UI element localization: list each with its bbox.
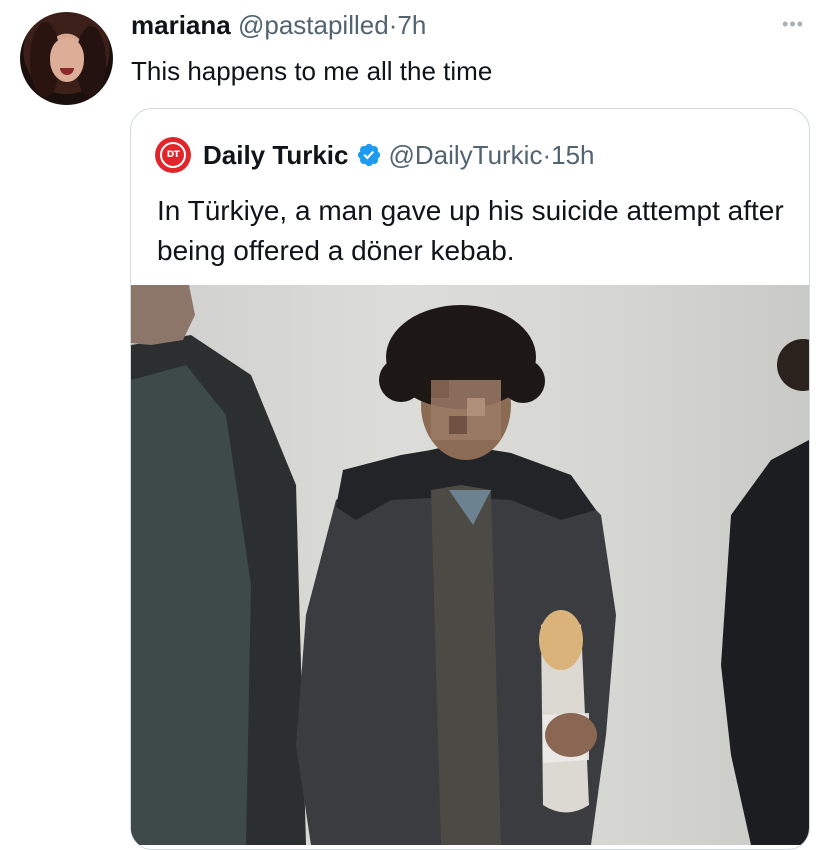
quoted-tweet-text: In Türkiye, a man gave up his suicide at…: [157, 195, 784, 266]
quoted-author-name[interactable]: Daily Turkic: [203, 140, 348, 171]
quoted-tweet-timestamp[interactable]: 15h: [551, 140, 594, 171]
daily-turkic-logo-icon[interactable]: DT: [155, 137, 191, 173]
verified-badge-icon: [358, 143, 381, 167]
author-name[interactable]: mariana: [131, 10, 231, 40]
author-handle[interactable]: @pastapilled: [238, 10, 389, 40]
photo-illustration: [131, 285, 809, 845]
tweet-timestamp[interactable]: 7h: [397, 10, 426, 40]
tweet-text: This happens to me all the time: [131, 56, 493, 86]
author-avatar[interactable]: [20, 12, 113, 105]
more-options-icon[interactable]: •••: [782, 14, 804, 35]
quoted-tweet-photo[interactable]: [131, 285, 809, 845]
quoted-tweet-card[interactable]: DT Daily Turkic @DailyTurkic · 15h In Türk…: [130, 108, 810, 850]
tweet-header: mariana @pastapilled·7h: [131, 8, 426, 42]
quoted-tweet-header: DT Daily Turkic @DailyTurkic · 15h: [155, 137, 595, 173]
quoted-author-handle[interactable]: @DailyTurkic: [388, 140, 542, 171]
quoted-separator-dot: ·: [542, 139, 552, 170]
